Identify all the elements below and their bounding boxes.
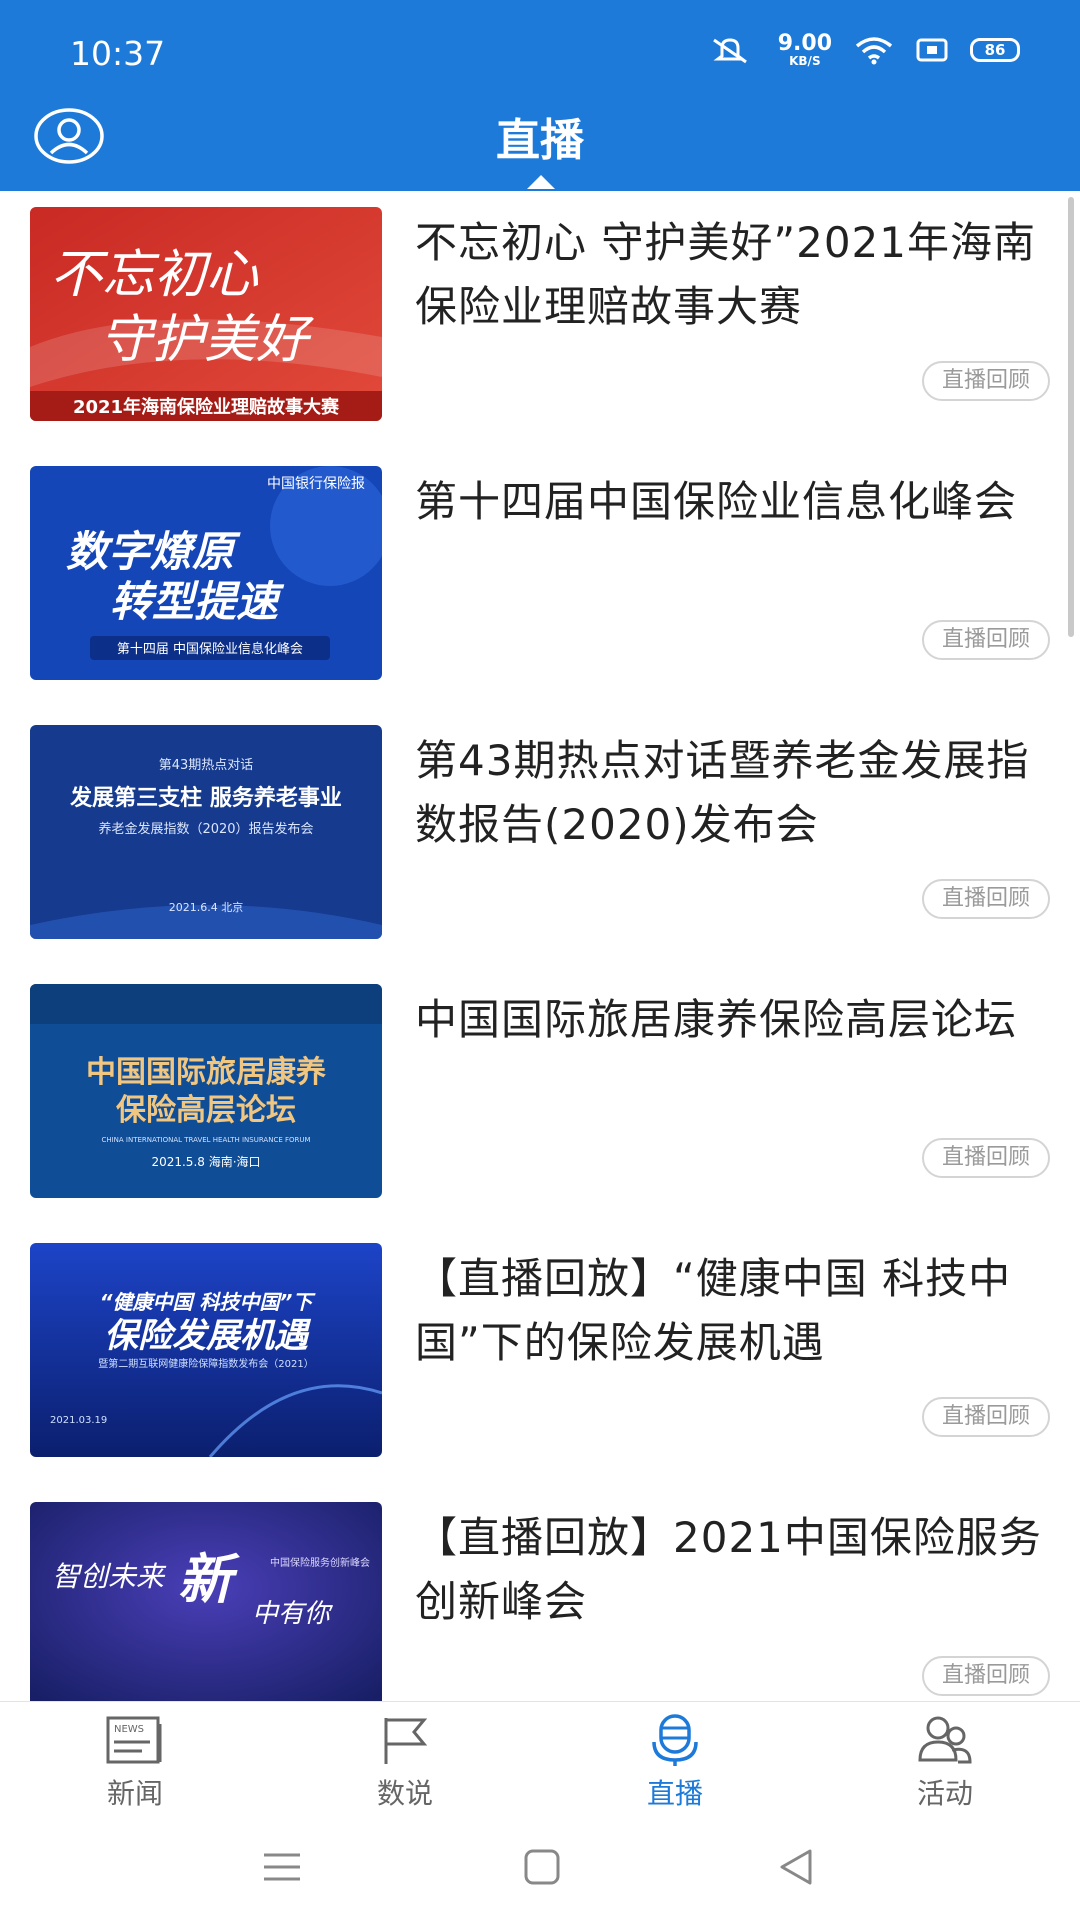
news-icon: NEWS [102,1714,168,1770]
thumb-text: 中国保险服务创新峰会 [270,1556,370,1569]
system-nav-bar [0,1817,1080,1920]
item-thumbnail[interactable]: “健康中国 科技中国”下 保险发展机遇 暨第二期互联网健康险保障指数发布会（20… [30,1243,382,1457]
thumb-text: 养老金发展指数（2020）报告发布会 [98,821,313,837]
thumb-text: 中有你 [252,1599,334,1629]
bottom-nav: NEWS 新闻 数说 直播 活动 [0,1701,1080,1818]
replay-badge[interactable]: 直播回顾 [921,1397,1050,1437]
item-title[interactable]: 不忘初心 守护美好”2021年海南保险业理赔故事大赛 [415,211,1055,339]
thumb-text: 守护美好 [100,310,314,370]
thumb-text: 新 [178,1547,240,1611]
screen-icon [916,37,948,63]
nav-label: 直播 [646,1777,703,1810]
item-title[interactable]: 【直播回放】“健康中国 科技中国”下的保险发展机遇 [415,1247,1055,1375]
thumb-text: 2021.6.4 北京 [169,900,243,914]
svg-text:NEWS: NEWS [114,1724,144,1735]
list-item[interactable]: 第43期热点对话 发展第三支柱 服务养老事业 养老金发展指数（2020）报告发布… [0,709,1080,968]
thumb-text: 中国银行保险报 [267,476,365,492]
thumb-text: 转型提速 [110,577,285,626]
list-item[interactable]: 中国国际旅居康养 保险高层论坛 CHINA INTERNATIONAL TRAV… [0,968,1080,1227]
nav-label: 数说 [376,1777,433,1810]
thumb-text: 第43期热点对话 [159,758,254,773]
net-speed-unit: KB/S [789,54,821,68]
item-thumbnail[interactable]: 不忘初心 守护美好 2021年海南保险业理赔故事大赛 [30,207,382,421]
list-item[interactable]: 中国银行保险报 数字燎原 转型提速 第十四届 中国保险业信息化峰会 第十四届中国… [0,450,1080,709]
item-title[interactable]: 中国国际旅居康养保险高层论坛 [415,988,1055,1052]
app-header: 10:37 9.00 KB/S 86 直播 [0,0,1080,191]
thumb-text: CHINA INTERNATIONAL TRAVEL HEALTH INSURA… [101,1136,310,1144]
thumb-text: 数字燎原 [66,527,241,576]
thumb-text: “健康中国 科技中国”下 [100,1290,317,1314]
replay-badge[interactable]: 直播回顾 [921,361,1050,401]
battery-indicator: 86 [970,38,1020,62]
thumb-text: 2021年海南保险业理赔故事大赛 [73,396,340,418]
thumb-text: 中国国际旅居康养 [86,1055,326,1090]
item-thumbnail[interactable]: 中国银行保险报 数字燎原 转型提速 第十四届 中国保险业信息化峰会 [30,466,382,680]
item-thumbnail[interactable]: 智创未来 新 中有你 中国保险服务创新峰会 [30,1502,382,1701]
replay-badge[interactable]: 直播回顾 [921,879,1050,919]
thumb-text: 暨第二期互联网健康险保障指数发布会（2021） [98,1357,313,1370]
nav-label: 新闻 [106,1777,163,1810]
item-title[interactable]: 第十四届中国保险业信息化峰会 [415,470,1055,534]
nav-data[interactable]: 数说 [270,1702,540,1818]
status-icons: 9.00 KB/S 86 [710,33,1020,67]
live-list[interactable]: 不忘初心 守护美好 2021年海南保险业理赔故事大赛 不忘初心 守护美好”202… [0,191,1080,1701]
list-item[interactable]: “健康中国 科技中国”下 保险发展机遇 暨第二期互联网健康险保障指数发布会（20… [0,1227,1080,1486]
wifi-icon [854,35,894,65]
item-thumbnail[interactable]: 第43期热点对话 发展第三支柱 服务养老事业 养老金发展指数（2020）报告发布… [30,725,382,939]
menu-icon[interactable] [262,1847,302,1891]
title-indicator [527,175,555,189]
list-item[interactable]: 智创未来 新 中有你 中国保险服务创新峰会 【直播回放】2021中国保险服务创新… [0,1486,1080,1701]
replay-badge[interactable]: 直播回顾 [921,620,1050,660]
flag-icon [372,1714,438,1770]
thumb-text: 保险发展机遇 [104,1316,312,1356]
back-icon[interactable] [776,1847,816,1891]
status-time: 10:37 [70,34,166,73]
thumb-text: 发展第三支柱 服务养老事业 [69,785,342,811]
home-icon[interactable] [522,1847,562,1891]
replay-badge[interactable]: 直播回顾 [921,1138,1050,1178]
microphone-icon [642,1714,708,1770]
thumb-text: 智创未来 [52,1560,167,1593]
net-speed: 9.00 KB/S [777,31,832,68]
thumb-text: 保险高层论坛 [116,1093,296,1128]
thumb-text: 2021.03.19 [50,1415,107,1426]
net-speed-value: 9.00 [777,31,832,56]
nav-events[interactable]: 活动 [810,1702,1080,1818]
mute-icon [710,36,756,64]
thumb-text: 2021.5.8 海南·海口 [151,1154,260,1169]
item-title[interactable]: 第43期热点对话暨养老金发展指数报告(2020)发布会 [415,729,1055,857]
nav-label: 活动 [916,1777,973,1810]
thumb-text: 第十四届 中国保险业信息化峰会 [117,641,303,657]
nav-live[interactable]: 直播 [540,1702,810,1818]
item-title[interactable]: 【直播回放】2021中国保险服务创新峰会 [415,1506,1055,1634]
people-icon [912,1714,978,1770]
nav-news[interactable]: NEWS 新闻 [0,1702,270,1818]
replay-badge[interactable]: 直播回顾 [921,1656,1050,1696]
thumb-text: 不忘初心 [50,245,259,305]
page-title: 直播 [496,115,584,166]
list-item[interactable]: 不忘初心 守护美好 2021年海南保险业理赔故事大赛 不忘初心 守护美好”202… [0,191,1080,450]
item-thumbnail[interactable]: 中国国际旅居康养 保险高层论坛 CHINA INTERNATIONAL TRAV… [30,984,382,1198]
